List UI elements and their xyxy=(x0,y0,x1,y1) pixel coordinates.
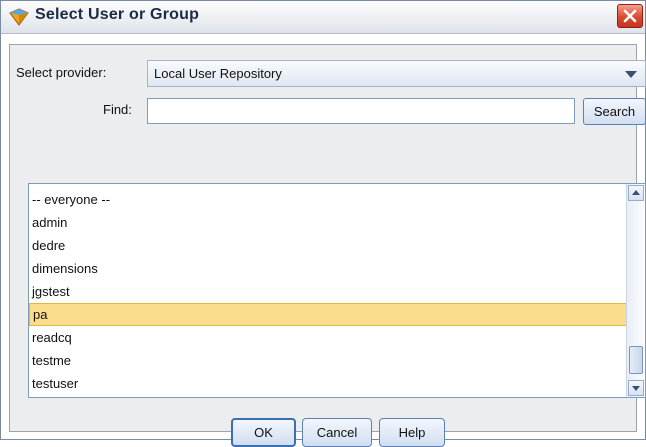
scroll-down-button[interactable] xyxy=(628,380,644,396)
list-item[interactable]: admin xyxy=(29,211,627,234)
find-input[interactable] xyxy=(147,98,575,124)
title-bar[interactable]: Select User or Group xyxy=(1,1,645,34)
user-group-list-items: -- everyone -- admin dedre dimensions jgstes… xyxy=(29,188,627,395)
list-item[interactable]: testme xyxy=(29,349,627,372)
dialog-body: Select provider: Local User Repository F… xyxy=(9,44,646,447)
close-button[interactable] xyxy=(617,4,643,28)
list-item[interactable]: jgstest xyxy=(29,280,627,303)
help-button[interactable]: Help xyxy=(379,418,445,447)
list-item[interactable]: dedre xyxy=(29,234,627,257)
provider-select[interactable]: Local User Repository xyxy=(147,60,646,87)
select-user-or-group-dialog: Select User or Group Select provider: Lo… xyxy=(0,0,646,447)
close-icon xyxy=(623,9,637,23)
user-group-list[interactable]: -- everyone -- admin dedre dimensions jgstes… xyxy=(28,183,646,398)
list-item[interactable]: dimensions xyxy=(29,257,627,280)
list-item[interactable]: pa xyxy=(29,303,627,326)
scroll-up-button[interactable] xyxy=(628,185,644,201)
list-item[interactable]: testuser xyxy=(29,372,627,395)
provider-select-value: Local User Repository xyxy=(154,66,282,81)
arrow-down-icon xyxy=(632,386,640,391)
list-item[interactable]: -- everyone -- xyxy=(29,188,627,211)
scroll-thumb[interactable] xyxy=(629,346,643,374)
list-item[interactable]: readcq xyxy=(29,326,627,349)
list-scrollbar[interactable] xyxy=(626,184,645,397)
chevron-down-icon xyxy=(625,71,637,78)
cancel-button[interactable]: Cancel xyxy=(302,418,372,447)
window-title: Select User or Group xyxy=(35,6,200,23)
find-label: Find: xyxy=(103,102,132,117)
provider-label: Select provider: xyxy=(16,65,107,80)
search-button[interactable]: Search xyxy=(583,98,646,125)
app-logo-icon xyxy=(9,8,29,26)
ok-button[interactable]: OK xyxy=(231,418,296,447)
arrow-up-icon xyxy=(632,190,640,195)
